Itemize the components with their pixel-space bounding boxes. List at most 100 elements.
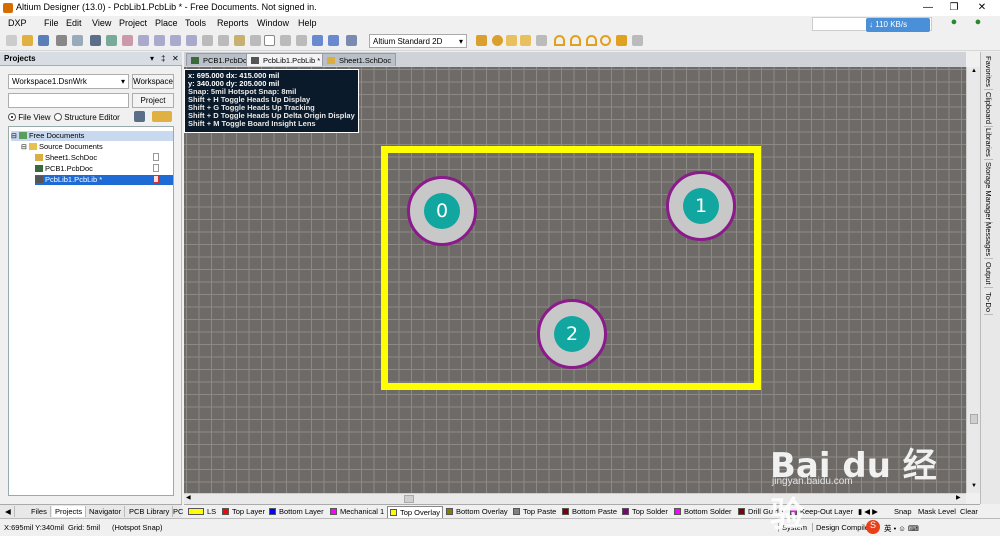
layer-bottom-paste[interactable]: Bottom Paste [560,506,619,517]
redo-icon[interactable] [328,35,339,46]
menu-file[interactable]: File [44,18,59,28]
zoom-area-icon[interactable] [154,35,165,46]
deselect-icon[interactable] [296,35,307,46]
system-button[interactable]: System [778,523,810,532]
device-icon[interactable] [122,35,133,46]
scroll-up-icon[interactable]: ▲ [971,68,977,74]
menu-project[interactable]: Project [119,18,147,28]
layer-top-paste[interactable]: Top Paste [511,506,558,517]
pcb-canvas[interactable]: x: 695.000 dx: 415.000 mil y: 340.000 dy… [184,67,966,493]
nav-forward-icon[interactable]: ● [964,16,992,28]
menu-help[interactable]: Help [298,18,317,28]
pad-1[interactable]: 1 [666,171,736,241]
scroll-right-icon[interactable]: ▶ [956,494,961,501]
layer-mechanical-1[interactable]: Mechanical 1 [328,506,386,517]
string-icon[interactable] [520,35,531,46]
new-icon[interactable] [6,35,17,46]
board-view-icon[interactable] [134,111,145,122]
arc-any-icon[interactable] [586,35,597,46]
layer-bottom-solder[interactable]: Bottom Solder [672,506,734,517]
print-icon[interactable] [56,35,67,46]
structure-editor-radio[interactable]: Structure Editor [54,113,128,123]
snap-button[interactable]: Snap [892,506,914,517]
grid-icon[interactable] [346,35,357,46]
copy-icon[interactable] [218,35,229,46]
layer-drill-guide[interactable]: Drill Guide [736,506,785,517]
menu-view[interactable]: View [92,18,111,28]
cut-icon[interactable] [202,35,213,46]
menu-place[interactable]: Place [155,18,178,28]
circle-icon[interactable] [600,35,611,46]
panel-tab-navigator[interactable]: Navigator [86,506,126,517]
collapse-icon[interactable]: ⊟ [21,144,27,151]
side-tab-storage-manager[interactable]: Storage Manager [984,162,993,223]
doc-tab-pcblib1[interactable]: PcbLib1.PcbLib * [246,53,326,66]
via-icon[interactable] [506,35,517,46]
ime-language-icon[interactable]: 英 • ☺ ⌨ [884,523,919,534]
menu-window[interactable]: Window [257,18,289,28]
close-button[interactable]: ✕ [968,2,996,13]
mask-level-button[interactable]: Mask Level [916,506,958,517]
side-tab-favorites[interactable]: Favorites [984,56,993,90]
project-field[interactable] [8,93,129,108]
paste-icon[interactable] [234,35,245,46]
save-icon[interactable] [38,35,49,46]
tree-node-source-documents[interactable]: ⊟ Source Documents [21,142,171,152]
arc-center-icon[interactable] [554,35,565,46]
horizontal-scroll-thumb[interactable] [404,495,414,503]
select-area-icon[interactable] [264,35,275,46]
side-tab-to-do[interactable]: To-Do [984,292,993,316]
layer-top-solder[interactable]: Top Solder [620,506,670,517]
doc-tab-sheet1[interactable]: Sheet1.SchDoc [322,53,397,66]
array-paste-icon[interactable] [632,35,643,46]
menu-tools[interactable]: Tools [185,18,206,28]
options-dropdown-icon[interactable] [152,111,172,122]
view-mode-select[interactable]: Altium Standard 2D ▾ [369,34,467,48]
more-layers-icon[interactable]: ▮ ◀ ▶ [856,506,880,517]
tree-node-free-documents[interactable]: ⊟ Free Documents [11,131,173,141]
coordinate-icon[interactable] [536,35,547,46]
horizontal-scrollbar[interactable]: ◀ ▶ [184,493,966,504]
workspace-button[interactable]: Workspace [132,74,174,89]
clear-button[interactable]: Clear [958,506,980,517]
panel-close-icon[interactable]: ✕ [172,54,179,63]
zoom-fit-icon[interactable] [138,35,149,46]
arc-edge-icon[interactable] [570,35,581,46]
restore-button[interactable]: ❐ [940,2,968,13]
pin-icon[interactable]: ‡ [161,54,165,63]
print-preview-icon[interactable] [72,35,83,46]
layer-top[interactable]: Top Layer [220,506,267,517]
open-project-icon[interactable] [106,35,117,46]
zoom-selected-icon[interactable] [170,35,181,46]
panel-menu-icon[interactable]: ▾ [150,54,154,63]
menu-dxp[interactable]: DXP [8,18,27,28]
layer-set-ls[interactable]: LS [186,506,218,517]
pad-0[interactable]: 0 [407,176,477,246]
scroll-left-icon[interactable]: ◀ [186,494,191,501]
side-tab-messages[interactable]: Messages [984,222,993,260]
project-button[interactable]: Project [132,93,174,108]
side-tab-libraries[interactable]: Libraries [984,128,993,160]
line-icon[interactable] [476,35,487,46]
vertical-scroll-thumb[interactable] [970,414,978,424]
side-tab-clipboard[interactable]: Clipboard [984,92,993,128]
menu-edit[interactable]: Edit [66,18,82,28]
scroll-down-icon[interactable]: ▼ [971,483,977,489]
move-icon[interactable] [280,35,291,46]
layer-keep-out[interactable]: Keep-Out Layer [788,506,855,517]
minimize-button[interactable]: — [914,2,942,13]
tree-node-sheet1[interactable]: Sheet1.SchDoc [35,153,159,163]
panel-tab-pcb-library[interactable]: PCB Library [126,506,174,517]
panel-tab-projects[interactable]: Projects [52,506,87,517]
pad-icon[interactable] [492,35,503,46]
collapse-icon[interactable]: ⊟ [11,133,17,140]
layer-bottom[interactable]: Bottom Layer [267,506,326,517]
undo-icon[interactable] [312,35,323,46]
open-icon[interactable] [22,35,33,46]
vertical-scrollbar[interactable]: ▲ ▼ [966,67,980,493]
rubber-stamp-icon[interactable] [250,35,261,46]
pad-2[interactable]: 2 [537,299,607,369]
menu-reports[interactable]: Reports [217,18,249,28]
board-3d-icon[interactable] [90,35,101,46]
scroll-left-icon[interactable]: ◀ [2,506,15,517]
